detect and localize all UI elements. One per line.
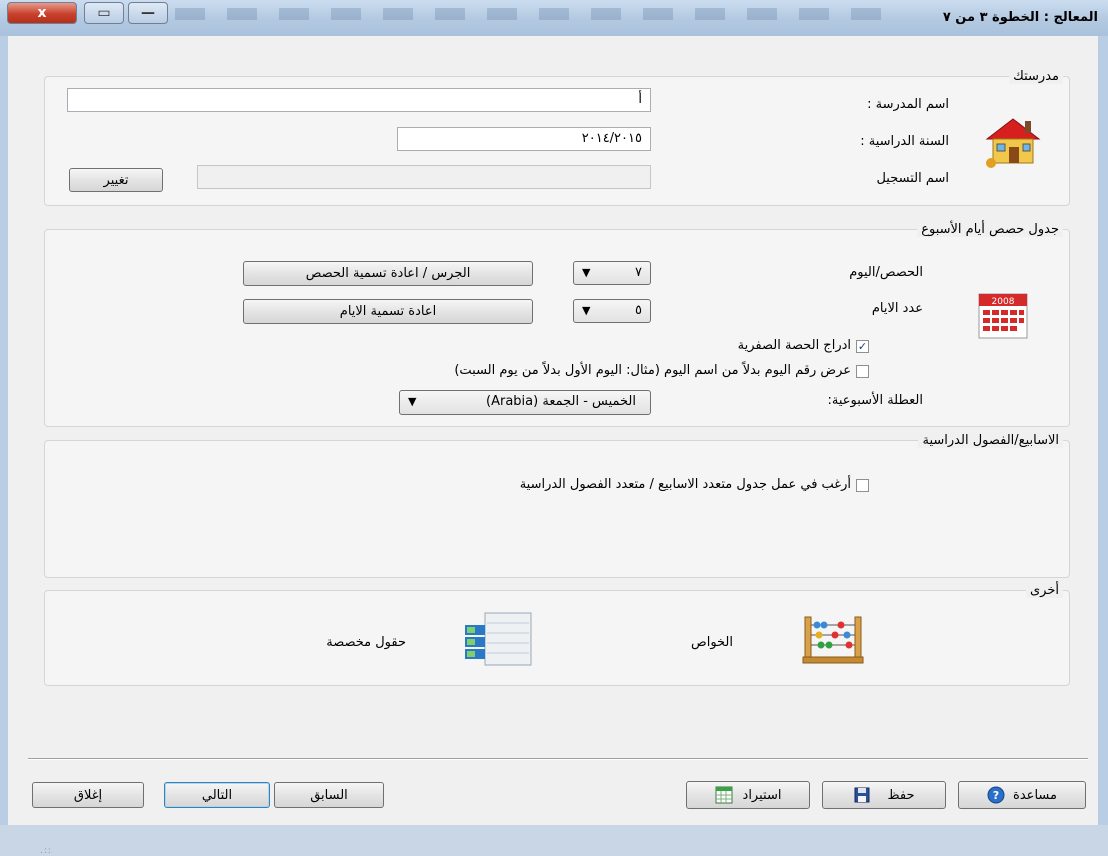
schedule-legend: جدول حصص أيام الأسبوع [917,222,1063,237]
day-number-label: عرض رقم اليوم بدلاً من اسم اليوم (مثال: … [454,363,851,378]
weeks-terms-group: الاسابيع/الفصول الدراسية أرغب في عمل جدو… [44,433,1070,578]
close-icon: x [37,5,47,21]
multi-week-label: أرغب في عمل جدول متعدد الاسابيع / متعدد … [519,477,851,492]
registration-name-label: اسم التسجيل [876,171,949,186]
rename-days-button[interactable]: اعادة تسمية الايام [243,299,533,324]
calendar-icon: 2008 [973,286,1033,344]
import-button[interactable]: استيراد [686,781,810,809]
days-count-select[interactable]: ٥ ▼ [573,299,651,323]
database-fields-icon[interactable] [459,611,537,669]
bell-rename-periods-button[interactable]: الجرس / اعادة تسمية الحصص [243,261,533,286]
properties-label[interactable]: الخواص [691,635,733,650]
school-group: مدرستك اسم المدرسة : أ السنة الدراسية : … [44,69,1070,206]
other-legend: أخرى [1026,583,1063,598]
zero-period-checkbox[interactable]: ✓ [856,340,869,353]
maximize-icon: ▭ [97,5,111,21]
help-icon: ? [987,786,1005,804]
svg-text:2008: 2008 [992,297,1015,307]
wizard-content: مدرستك اسم المدرسة : أ السنة الدراسية : … [8,36,1098,856]
svg-text:?: ? [993,789,999,802]
save-label: حفظ [887,787,915,803]
chevron-down-icon: ▼ [582,266,591,279]
other-group: أخرى الخواص حقول مخصصة [44,583,1070,686]
weekend-label: العطلة الأسبوعية: [827,393,923,408]
school-year-field[interactable]: ٢٠١٤/٢٠١٥ [397,127,651,151]
window-title: المعالج : الخطوة ٣ من ٧ [942,10,1098,25]
close-window-button[interactable]: x [7,2,77,24]
periods-per-day-select[interactable]: ٧ ▼ [573,261,651,285]
house-icon [979,113,1049,169]
next-button[interactable]: التالي [164,782,270,808]
chevron-down-icon: ▼ [582,304,591,317]
import-label: استيراد [742,787,782,803]
weeks-terms-legend: الاسابيع/الفصول الدراسية [918,433,1063,448]
minimize-icon: — [141,5,155,21]
chevron-down-icon: ▼ [408,395,417,408]
days-count-label: عدد الايام [871,301,923,316]
save-button[interactable]: حفظ [822,781,946,809]
weekend-value: الخميس - الجمعة (Arabia) [486,394,636,409]
close-button[interactable]: إغلاق [32,782,144,808]
weekend-select[interactable]: الخميس - الجمعة (Arabia) ▼ [399,390,651,415]
school-legend: مدرستك [1009,69,1063,84]
school-year-label: السنة الدراسية : [860,134,949,149]
multi-week-checkbox[interactable] [856,479,869,492]
day-number-checkbox[interactable] [856,365,869,378]
floppy-disk-icon [854,787,870,803]
change-registration-button[interactable]: تغيير [69,168,163,192]
help-button[interactable]: مساعدة ? [958,781,1086,809]
help-label: مساعدة [1013,787,1057,803]
maximize-window-button[interactable]: ▭ [84,2,124,24]
weekly-schedule-group: جدول حصص أيام الأسبوع 2008 الحصص/اليوم ٧… [44,222,1070,427]
previous-button[interactable]: السابق [274,782,384,808]
school-name-field[interactable]: أ [67,88,651,112]
footer-separator [28,758,1088,760]
periods-per-day-value: ٧ [635,265,642,280]
zero-period-label: ادراج الحصة الصفرية [737,338,851,353]
title-bar: x ▭ — المعالج : الخطوة ٣ من ٧ [0,0,1108,37]
minimize-window-button[interactable]: — [128,2,168,24]
abacus-icon[interactable] [801,613,865,667]
periods-per-day-label: الحصص/اليوم [849,265,923,280]
window-frame-right [1098,36,1108,825]
resize-grip[interactable]: .:: [40,846,52,856]
school-name-label: اسم المدرسة : [867,97,949,112]
custom-fields-label[interactable]: حقول مخصصة [326,635,406,650]
background-toolbar-ghost [175,8,895,20]
spreadsheet-icon [715,786,733,804]
days-count-value: ٥ [635,303,642,318]
registration-name-field [197,165,651,189]
wizard-window: x ▭ — المعالج : الخطوة ٣ من ٧ مدرستك اسم… [0,0,1108,856]
window-frame-left [0,36,8,825]
